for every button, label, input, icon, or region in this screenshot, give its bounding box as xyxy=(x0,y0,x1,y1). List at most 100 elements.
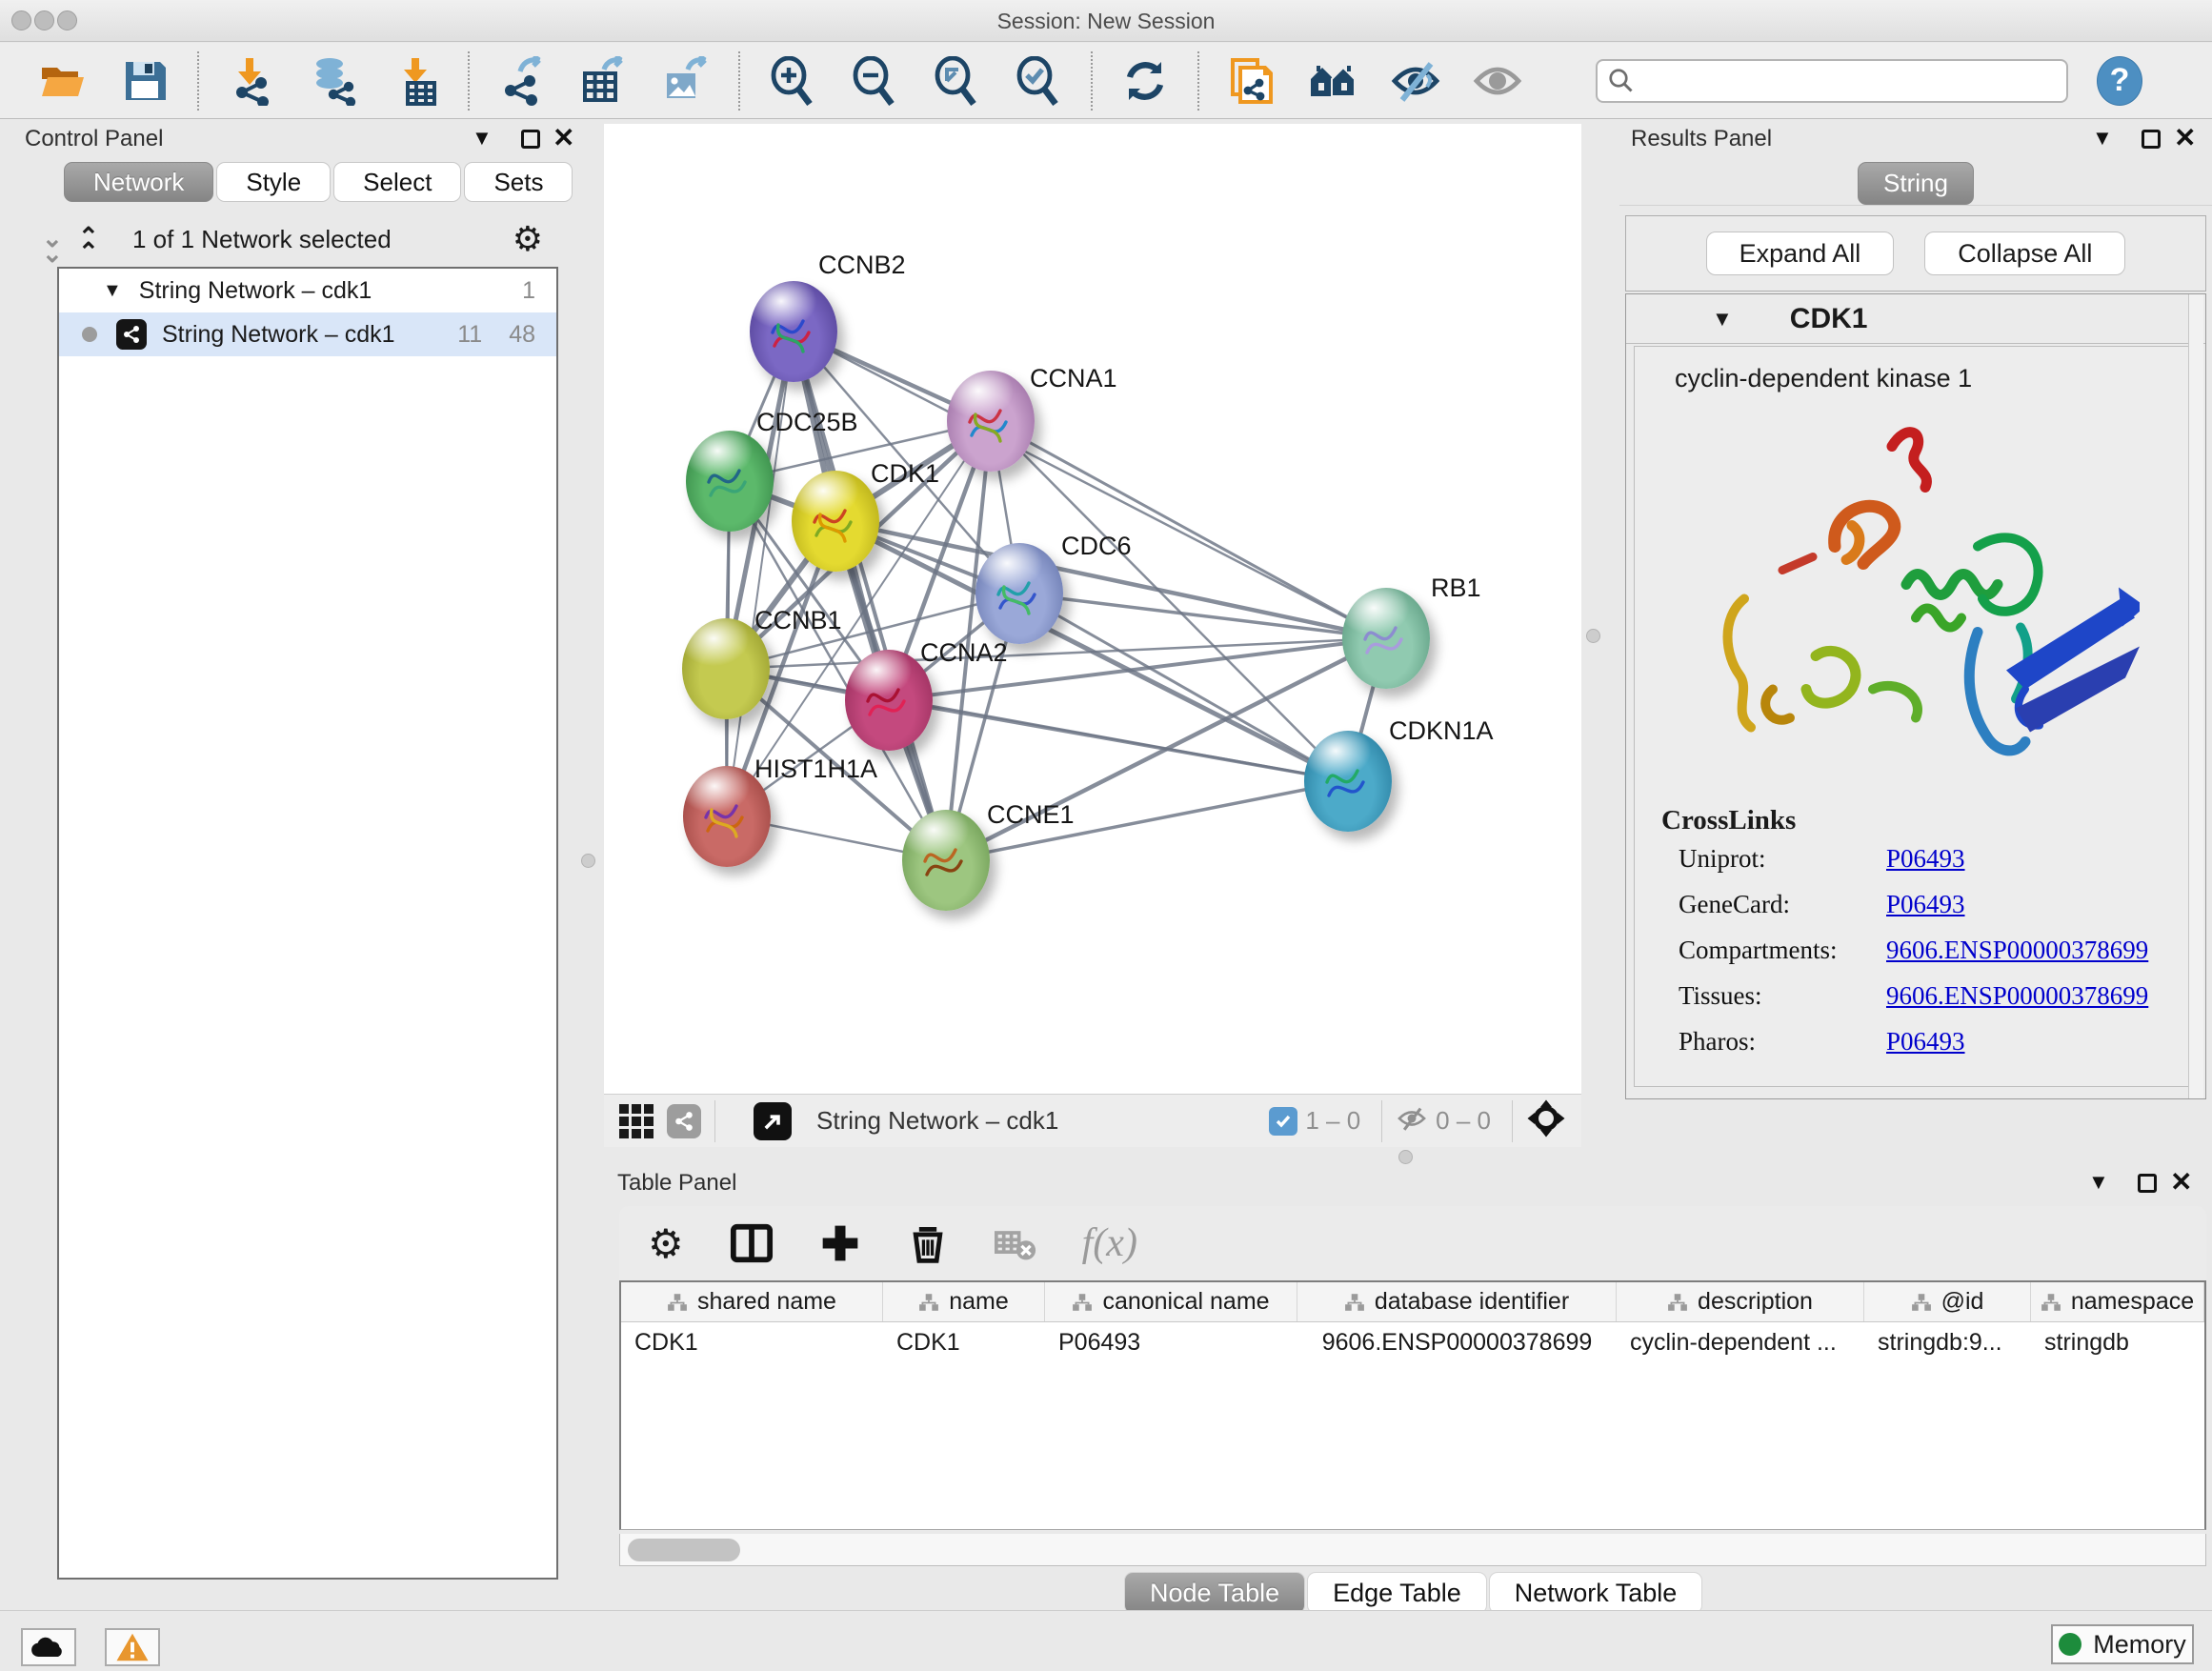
show-columns-icon[interactable] xyxy=(730,1221,774,1265)
tree-expander-icon[interactable]: ▼ xyxy=(103,280,122,302)
table-cell[interactable]: CDK1 xyxy=(621,1322,883,1362)
network-node-ccnb2[interactable] xyxy=(750,281,837,382)
string-import-icon[interactable] xyxy=(1227,56,1277,106)
result-entry-header[interactable]: ▼ CDK1 xyxy=(1626,294,2205,344)
gear-icon[interactable]: ⚙ xyxy=(513,219,543,259)
import-network-icon[interactable] xyxy=(227,56,276,106)
panel-close-icon[interactable]: ✕ xyxy=(2170,1166,2192,1198)
network-node-cdk1[interactable] xyxy=(792,471,879,572)
crosslink-link[interactable]: P06493 xyxy=(1886,1027,1965,1057)
memory-button[interactable]: Memory xyxy=(2051,1624,2194,1664)
tab-edge-table[interactable]: Edge Table xyxy=(1307,1572,1487,1614)
help-icon[interactable]: ? xyxy=(2097,56,2142,106)
network-node-ccna1[interactable] xyxy=(947,371,1035,472)
cloud-button[interactable] xyxy=(21,1628,76,1666)
delete-column-icon[interactable] xyxy=(907,1222,949,1264)
export-table-icon[interactable] xyxy=(579,56,629,106)
network-node-cdkn1a[interactable] xyxy=(1304,731,1392,832)
crosslink-link[interactable]: P06493 xyxy=(1886,890,1965,919)
table-cell[interactable]: P06493 xyxy=(1045,1322,1297,1362)
column-header-shared-name[interactable]: shared name xyxy=(621,1282,883,1321)
column-header-database-identifier[interactable]: database identifier xyxy=(1297,1282,1617,1321)
expand-all-icon[interactable]: ⌃⌃ xyxy=(78,229,99,259)
panel-maximize-icon[interactable] xyxy=(521,130,540,149)
tab-network[interactable]: Network xyxy=(64,162,213,202)
results-scrollbar[interactable] xyxy=(2188,294,2203,1098)
table-horizontal-scrollbar[interactable] xyxy=(619,1534,2206,1566)
network-node-ccne1[interactable] xyxy=(902,810,990,911)
right-splitter-handle[interactable] xyxy=(1586,629,1600,643)
birds-eye-view-icon[interactable] xyxy=(619,1104,654,1138)
export-image-icon[interactable] xyxy=(661,56,711,106)
scrollbar-thumb[interactable] xyxy=(628,1539,740,1561)
network-type-icon xyxy=(116,319,147,350)
crosslink-link[interactable]: 9606.ENSP00000378699 xyxy=(1886,936,2148,965)
panel-maximize-icon[interactable] xyxy=(2138,1174,2157,1193)
warning-icon xyxy=(115,1632,150,1662)
panel-float-icon[interactable]: ▼ xyxy=(2092,126,2113,151)
tab-network-table[interactable]: Network Table xyxy=(1489,1572,1703,1614)
column-header-name[interactable]: name xyxy=(883,1282,1045,1321)
tab-string[interactable]: String xyxy=(1858,162,1974,205)
column-header-canonical-name[interactable]: canonical name xyxy=(1045,1282,1297,1321)
open-session-icon[interactable] xyxy=(38,56,88,106)
tab-node-table[interactable]: Node Table xyxy=(1124,1572,1305,1614)
separator xyxy=(1381,1100,1382,1142)
bottom-splitter-handle[interactable] xyxy=(1398,1150,1413,1164)
collapse-all-icon[interactable]: ⌄⌄ xyxy=(42,231,63,261)
protein-thumbnail xyxy=(860,673,914,730)
crosslink-link[interactable]: 9606.ENSP00000378699 xyxy=(1886,981,2148,1011)
network-node-rb1[interactable] xyxy=(1342,588,1430,689)
node-table[interactable]: shared namenamecanonical namedatabase id… xyxy=(619,1280,2206,1530)
network-node-cdc6[interactable] xyxy=(975,543,1063,644)
tab-sets[interactable]: Sets xyxy=(464,162,573,202)
network-node-cdc25b[interactable] xyxy=(686,431,774,532)
crosslink-row: Tissues:9606.ENSP00000378699 xyxy=(1679,981,2197,1011)
column-header-namespace[interactable]: namespace xyxy=(2031,1282,2204,1321)
table-settings-gear-icon[interactable]: ⚙ xyxy=(648,1220,684,1267)
zoom-selected-icon[interactable] xyxy=(1014,56,1063,106)
crosslink-link[interactable]: P06493 xyxy=(1886,844,1965,874)
column-header-description[interactable]: description xyxy=(1617,1282,1864,1321)
add-column-icon[interactable] xyxy=(819,1222,861,1264)
tab-style[interactable]: Style xyxy=(216,162,331,202)
zoom-in-icon[interactable] xyxy=(768,56,817,106)
table-cell[interactable]: cyclin-dependent ... xyxy=(1617,1322,1864,1362)
expand-all-button[interactable]: Expand All xyxy=(1706,232,1895,275)
fit-content-crosshair-icon[interactable] xyxy=(1526,1098,1566,1143)
search-box[interactable] xyxy=(1596,59,2068,103)
warning-button[interactable] xyxy=(105,1628,160,1666)
left-splitter-handle[interactable] xyxy=(581,854,595,868)
export-network-icon[interactable] xyxy=(497,56,547,106)
save-session-icon[interactable] xyxy=(120,56,170,106)
panel-close-icon[interactable]: ✕ xyxy=(2174,122,2196,153)
search-input[interactable] xyxy=(1636,68,2036,94)
import-network-from-database-icon[interactable] xyxy=(309,56,358,106)
refresh-icon[interactable] xyxy=(1120,56,1170,106)
collapse-all-button[interactable]: Collapse All xyxy=(1924,232,2125,275)
table-cell[interactable]: CDK1 xyxy=(883,1322,1045,1362)
table-cell[interactable]: stringdb xyxy=(2031,1322,2204,1362)
table-cell[interactable]: stringdb:9... xyxy=(1864,1322,2031,1362)
panel-maximize-icon[interactable] xyxy=(2142,130,2161,149)
network-canvas[interactable]: CCNB2CCNA1CDC25BCDK1CDC6RB1CCNB1CCNA2CDK… xyxy=(604,124,1581,1094)
selected-nodes-checkbox[interactable] xyxy=(1269,1107,1297,1136)
zoom-fit-icon[interactable] xyxy=(932,56,981,106)
detach-view-icon[interactable] xyxy=(754,1102,792,1140)
panel-close-icon[interactable]: ✕ xyxy=(553,122,574,153)
entry-expander-icon[interactable]: ▼ xyxy=(1712,307,1733,332)
first-neighbors-icon[interactable] xyxy=(1309,56,1358,106)
column-header--id[interactable]: @id xyxy=(1864,1282,2031,1321)
table-cell[interactable]: 9606.ENSP00000378699 xyxy=(1297,1322,1617,1362)
hide-selected-icon[interactable] xyxy=(1391,56,1440,106)
table-row[interactable]: CDK1CDK1P064939606.ENSP00000378699cyclin… xyxy=(621,1322,2204,1362)
network-type-badge-icon[interactable] xyxy=(667,1104,701,1138)
network-row[interactable]: String Network – cdk1 11 48 xyxy=(59,312,556,356)
network-collection-row[interactable]: ▼ String Network – cdk1 1 xyxy=(59,269,556,312)
panel-float-icon[interactable]: ▼ xyxy=(2088,1170,2109,1195)
tab-select[interactable]: Select xyxy=(333,162,461,202)
panel-float-icon[interactable]: ▼ xyxy=(472,126,493,151)
import-table-icon[interactable] xyxy=(391,56,440,106)
zoom-out-icon[interactable] xyxy=(850,56,899,106)
show-all-icon[interactable] xyxy=(1473,56,1522,106)
